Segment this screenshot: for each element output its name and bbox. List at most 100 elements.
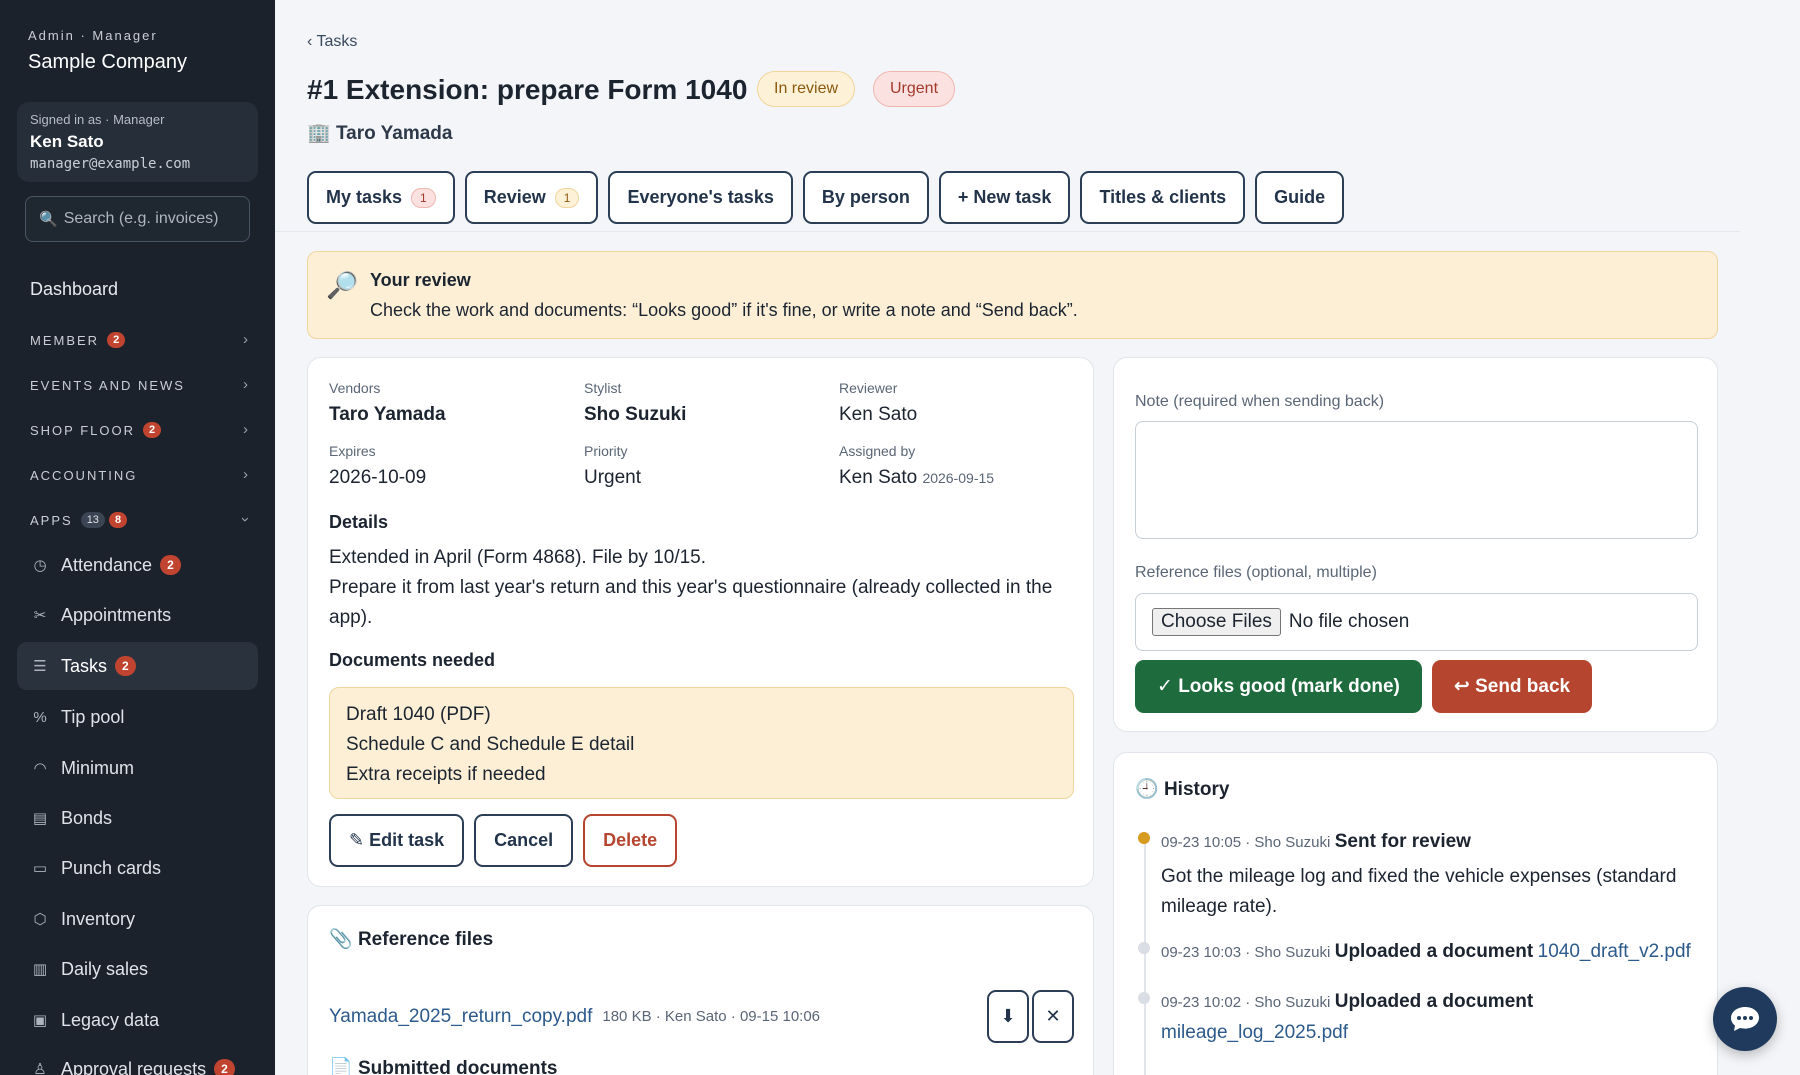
review-note-textarea[interactable]	[1135, 421, 1698, 539]
review-form-card: Note (required when sending back) Refere…	[1113, 357, 1718, 732]
sidebar-item-badge: 2	[214, 1059, 235, 1075]
choose-files-button[interactable]: Choose Files	[1152, 608, 1281, 636]
file-input[interactable]: Choose Files No file chosen	[1135, 593, 1698, 651]
section-accounting[interactable]: ACCOUNTING ›	[30, 463, 248, 487]
chat-bubble-icon	[1731, 1007, 1759, 1031]
tab-by-person[interactable]: By person	[802, 171, 929, 224]
history-entry: 09-23 10:05 · Sho Suzuki Sent for review…	[1138, 827, 1706, 922]
sidebar-item-legacy-data[interactable]: ▣ Legacy data	[17, 996, 258, 1044]
sidebar-item-appointments[interactable]: ✂ Appointments	[17, 591, 258, 639]
send-back-button[interactable]: ↩ Send back	[1431, 660, 1593, 713]
looks-good-button[interactable]: ✓ Looks good (mark done)	[1135, 660, 1422, 713]
section-badge: 2	[107, 332, 126, 348]
chat-button[interactable]	[1713, 987, 1777, 1051]
reference-files-title-text: Reference files	[357, 929, 494, 950]
section-shop-floor[interactable]: SHOP FLOOR 2 ›	[30, 418, 248, 442]
sidebar-item-label: Appointments	[61, 604, 172, 625]
sidebar-item-approval-requests[interactable]: ♙ Approval requests 2	[17, 1045, 258, 1075]
remove-icon[interactable]: ✕	[1032, 990, 1074, 1043]
sidebar-search[interactable]: 🔍	[25, 196, 250, 242]
section-apps[interactable]: APPS 13 8 ›	[30, 508, 254, 532]
sidebar-item-minimum[interactable]: ◠ Minimum	[17, 744, 258, 792]
tab-review[interactable]: Review 1	[464, 171, 599, 224]
field-value: 2026-10-09	[329, 467, 427, 488]
timeline-dot	[1138, 832, 1150, 844]
section-label: MEMBER	[30, 332, 100, 348]
chevron-right-icon: ›	[243, 376, 248, 393]
priority-badge: Urgent	[873, 71, 956, 107]
alert-text: Check the work and documents: “Looks goo…	[370, 300, 1078, 320]
sidebar-item-label: Daily sales	[61, 958, 149, 979]
field-stylist: Stylist Sho Suzuki	[584, 380, 686, 426]
delete-task-button[interactable]: Delete	[583, 814, 678, 867]
sidebar-item-inventory[interactable]: ⬡ Inventory	[17, 895, 258, 943]
history-body: Got the mileage log and fixed the vehicl…	[1161, 866, 1677, 917]
field-value: Sho Suzuki	[584, 404, 687, 425]
field-value: Urgent	[584, 467, 642, 488]
list-item: Schedule C and Schedule E detail	[346, 734, 635, 755]
tab-everyones-tasks[interactable]: Everyone's tasks	[608, 171, 793, 224]
history-file-link[interactable]: 1040_draft_v2.pdf	[1538, 941, 1691, 962]
sidebar-item-attendance[interactable]: ◷ Attendance 2	[17, 541, 258, 589]
sidebar-item-tasks[interactable]: ☰ Tasks 2	[17, 642, 258, 690]
sidebar-item-punch-cards[interactable]: ▭ Punch cards	[17, 844, 258, 892]
chevron-right-icon: ›	[243, 466, 248, 483]
tab-titles-clients[interactable]: Titles & clients	[1080, 171, 1246, 224]
section-badge: 2	[143, 422, 162, 438]
task-actions: ✎ Edit task Cancel Delete	[329, 814, 678, 867]
magnifier-icon: 🔎	[326, 270, 359, 300]
history-action: Uploaded a document	[1334, 941, 1534, 962]
file-link[interactable]: Yamada_2025_return_copy.pdf	[329, 1006, 592, 1028]
stamp-icon: ♙	[33, 1061, 47, 1075]
field-priority: Priority Urgent	[584, 443, 641, 489]
chevron-right-icon: ›	[243, 421, 248, 438]
section-label: EVENTS AND NEWS	[30, 377, 185, 393]
nav-dashboard[interactable]: Dashboard	[30, 279, 118, 300]
status-badge: In review	[757, 71, 856, 107]
sidebar-item-label: Minimum	[61, 757, 135, 778]
alert-title: Your review	[370, 270, 471, 290]
tab-my-tasks[interactable]: My tasks 1	[307, 171, 455, 224]
timeline-dot	[1138, 992, 1150, 1004]
cancel-task-button[interactable]: Cancel	[474, 814, 574, 867]
section-label: APPS	[30, 512, 73, 528]
tab-new-task[interactable]: + New task	[938, 171, 1071, 224]
sidebar-item-label: Inventory	[61, 908, 136, 929]
history-meta: 09-23 10:05 · Sho Suzuki	[1161, 834, 1331, 851]
field-vendors: Vendors Taro Yamada	[329, 380, 446, 426]
sidebar-item-tip-pool[interactable]: % Tip pool	[17, 693, 258, 741]
company-name[interactable]: Sample Company	[28, 51, 187, 74]
timeline-dot	[1138, 942, 1150, 954]
search-input[interactable]	[63, 210, 244, 228]
task-details-card: Vendors Taro Yamada Stylist Sho Suzuki R…	[307, 357, 1094, 887]
archive-icon: ▣	[32, 1012, 48, 1029]
back-to-tasks-link[interactable]: ‹ Tasks	[307, 33, 357, 51]
download-icon[interactable]: ⬇	[987, 990, 1029, 1043]
reference-files-card: 📎 Reference files Yamada_2025_return_cop…	[307, 905, 1094, 1075]
sidebar-item-label: Attendance	[61, 554, 153, 575]
user-email: manager@example.com	[30, 156, 191, 172]
list-item: Extra receipts if needed	[346, 764, 546, 785]
sidebar-item-label: Tip pool	[61, 706, 125, 727]
sidebar-item-daily-sales[interactable]: ▥ Daily sales	[17, 945, 258, 993]
user-card[interactable]: Signed in as · Manager Ken Sato manager@…	[17, 102, 258, 182]
field-value: Ken Sato	[839, 404, 918, 425]
review-actions: ✓ Looks good (mark done) ↩ Send back	[1135, 660, 1593, 713]
clock-icon: ◷	[33, 557, 47, 574]
building-icon: 🏢	[307, 123, 331, 144]
sidebar-item-label: Tasks	[61, 655, 108, 676]
edit-task-button[interactable]: ✎ Edit task	[329, 814, 465, 867]
tab-guide[interactable]: Guide	[1255, 171, 1345, 224]
section-label: ACCOUNTING	[30, 467, 138, 483]
history-file-link[interactable]: mileage_log_2025.pdf	[1161, 1022, 1348, 1043]
section-events[interactable]: EVENTS AND NEWS ›	[30, 373, 248, 397]
submitted-documents-title: Submitted documents	[357, 1058, 558, 1075]
section-member[interactable]: MEMBER 2 ›	[30, 328, 248, 352]
chevron-right-icon: ›	[243, 331, 248, 348]
reference-files-title: 📎 Reference files	[329, 927, 493, 951]
history-entry: 09-23 10:03 · Sho Suzuki Uploaded a docu…	[1138, 937, 1706, 968]
field-assigned-by: Assigned by Ken Sato 2026-09-15	[839, 443, 994, 489]
sidebar-item-label: Bonds	[61, 807, 113, 828]
sidebar-item-bonds[interactable]: ▤ Bonds	[17, 794, 258, 842]
sidebar-item-badge: 2	[160, 555, 181, 575]
